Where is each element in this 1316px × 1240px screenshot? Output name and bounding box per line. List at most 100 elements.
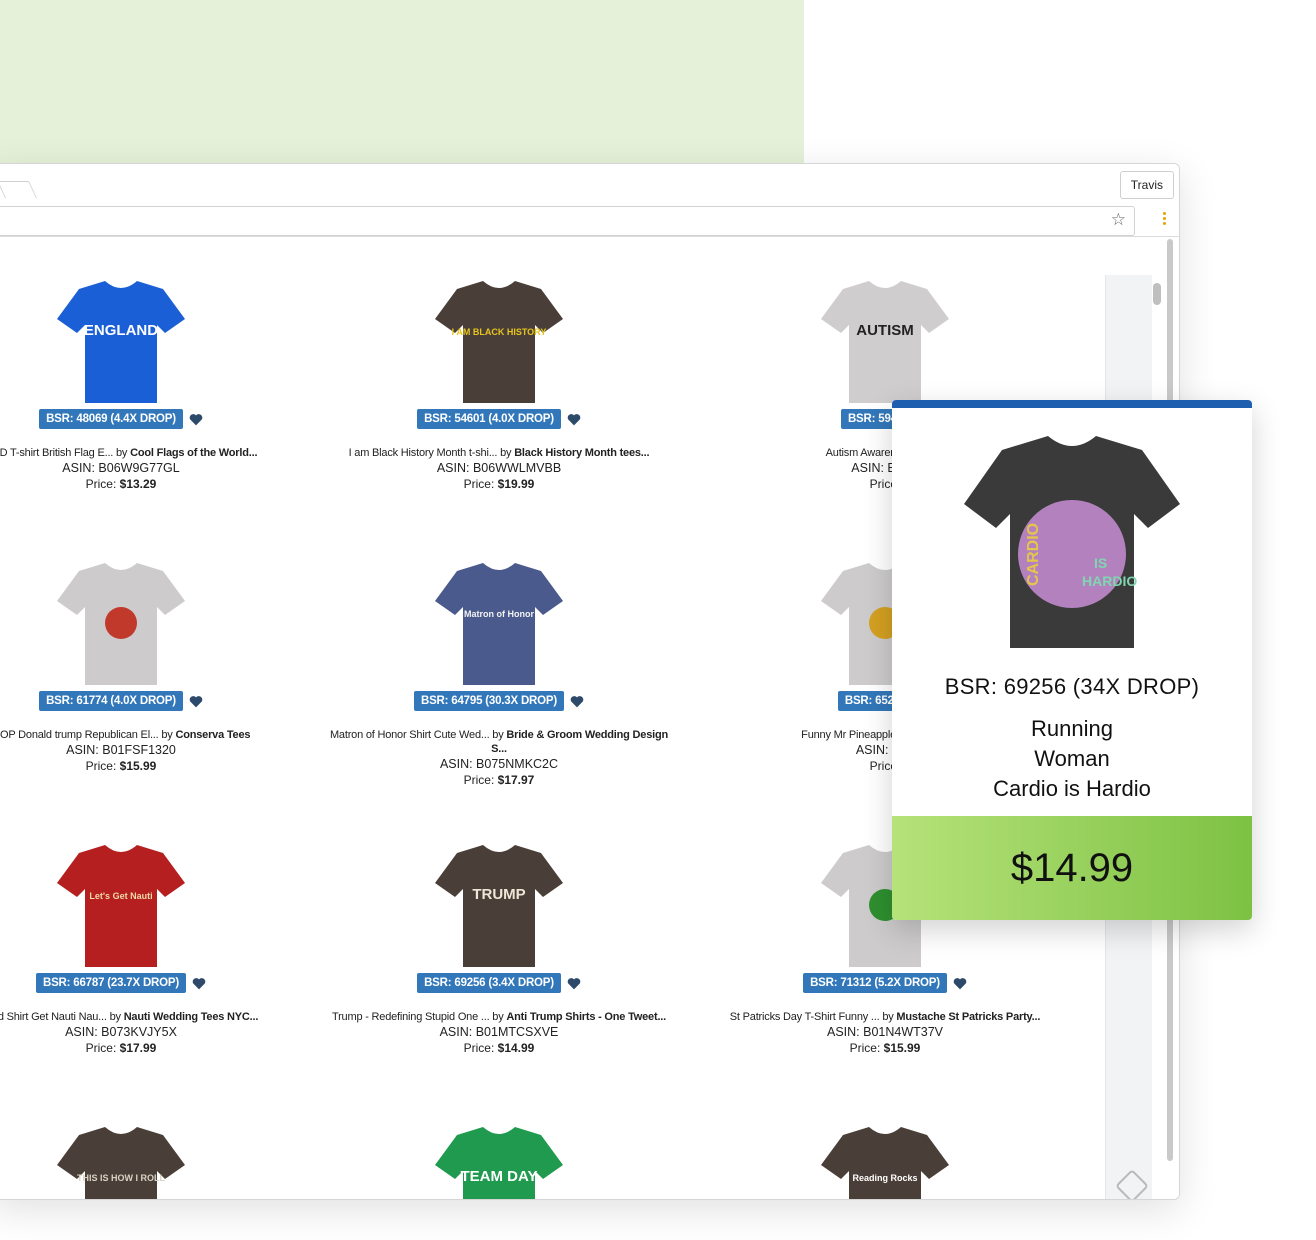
tab-bar: Travis xyxy=(0,164,1179,206)
bsr-badge[interactable]: BSR: 66787 (23.7X DROP) xyxy=(35,973,186,993)
heart-icon[interactable] xyxy=(189,695,203,708)
product-price: Price: $13.29 xyxy=(85,477,157,491)
product-title[interactable]: AND T-shirt British Flag E... by Cool Fl… xyxy=(0,447,311,459)
product-asin: ASIN: B01FSF1320 xyxy=(66,743,176,757)
product-brand: Nauti Wedding Tees NYC... xyxy=(123,1011,259,1023)
shirt-print-text: TRUMP xyxy=(472,886,525,903)
heart-icon[interactable] xyxy=(953,977,967,990)
product-shirt-image[interactable]: AUTISM xyxy=(821,281,949,405)
shirt-print-text: I AM BLACK HISTORY xyxy=(452,327,547,337)
shirt-print-text: TEAM DAY xyxy=(461,1168,538,1185)
popup-shirt-print-2: IS xyxy=(1094,555,1107,571)
product-brand: Mustache St Patricks Party... xyxy=(896,1011,1041,1023)
product-title[interactable]: GOP Donald trump Republican El... by Con… xyxy=(0,729,311,741)
product-card[interactable]: THIS IS HOW I ROLL xyxy=(0,1127,311,1200)
popup-shirt-print-1: CARDIO xyxy=(1025,523,1042,586)
product-price: Price: $17.97 xyxy=(463,773,535,787)
product-card[interactable]: ENGLAND BSR: 48069 (4.4X DROP) AND T-shirt… xyxy=(0,281,311,491)
product-card[interactable]: BSR: 61774 (4.0X DROP) GOP Donald trump R… xyxy=(0,563,311,773)
bsr-badge[interactable]: BSR: 54601 (4.0X DROP) xyxy=(417,409,561,429)
shirt-print-graphic xyxy=(105,607,137,639)
new-tab-button[interactable] xyxy=(0,181,37,198)
popup-bsr: BSR: 69256 (34X DROP) xyxy=(944,674,1200,699)
product-asin: ASIN: B06WWLMVBB xyxy=(436,461,562,475)
bsr-badge[interactable]: BSR: 71312 (5.2X DROP) xyxy=(803,973,947,993)
product-shirt-image[interactable]: Reading Rocks xyxy=(821,1127,949,1200)
product-brand: Anti Trump Shirts - One Tweet... xyxy=(506,1011,667,1023)
profile-button[interactable]: Travis xyxy=(1119,171,1174,199)
heart-icon[interactable] xyxy=(567,413,581,426)
product-card[interactable]: TRUMP BSR: 69256 (3.4X DROP) Trump - Redef… xyxy=(309,845,689,1055)
product-price: Price: $15.99 xyxy=(85,759,157,773)
bsr-row: BSR: 48069 (4.4X DROP) xyxy=(0,407,311,431)
product-asin: ASIN: B075NMKC2C xyxy=(439,757,559,771)
address-bar-row: ☆ xyxy=(0,206,1179,237)
product-price: Price: $14.99 xyxy=(463,1041,535,1055)
bsr-row: BSR: 54601 (4.0X DROP) xyxy=(309,407,689,431)
popup-title-line: Cardio is Hardio xyxy=(993,776,1151,801)
product-price: Price: $17.99 xyxy=(85,1041,157,1055)
popup-shirt-image: CARDIO IS HARDIO xyxy=(964,436,1180,648)
heart-icon[interactable] xyxy=(570,695,584,708)
address-bar[interactable]: ☆ xyxy=(0,206,1135,236)
product-popup: CARDIO IS HARDIO BSR: 69256 (34X DROP) Run… xyxy=(892,400,1252,920)
product-shirt-image[interactable]: Let's Get Nauti xyxy=(57,845,185,969)
shirt-print-text: Let's Get Nauti xyxy=(89,891,152,901)
product-title[interactable]: Trump - Redefining Stupid One ... by Ant… xyxy=(309,1011,689,1023)
product-brand-continued: S... xyxy=(491,743,507,755)
product-card[interactable]: Let's Get Nauti BSR: 66787 (23.7X DROP) na… xyxy=(0,845,311,1055)
product-price: Price: $19.99 xyxy=(463,477,535,491)
product-shirt-image[interactable]: TRUMP xyxy=(435,845,563,969)
product-shirt-image[interactable]: ENGLAND xyxy=(57,281,185,405)
product-brand: Conserva Tees xyxy=(175,729,251,741)
product-brand: Black History Month tees... xyxy=(514,447,650,459)
bsr-badge[interactable]: BSR: 61774 (4.0X DROP) xyxy=(39,691,183,711)
heart-icon[interactable] xyxy=(192,977,206,990)
product-asin: ASIN: B073KVJY5X xyxy=(65,1025,177,1039)
bsr-row: BSR: 71312 (5.2X DROP) xyxy=(695,971,1075,995)
shirt-print-text: Matron of Honor xyxy=(464,609,534,619)
product-asin: ASIN: B01N4WT37V xyxy=(826,1025,943,1039)
shirt-print-text: Reading Rocks xyxy=(852,1173,917,1183)
bsr-badge[interactable]: BSR: 64795 (30.3X DROP) xyxy=(413,691,564,711)
product-brand: Bride & Groom Wedding Design xyxy=(506,729,669,741)
sidebar-scroll-thumb[interactable] xyxy=(1153,283,1161,305)
star-icon[interactable]: ☆ xyxy=(1111,210,1126,230)
product-card[interactable]: Reading Rocks xyxy=(695,1127,1075,1200)
product-title[interactable]: Matron of Honor Shirt Cute Wed... by Bri… xyxy=(309,729,689,741)
product-title[interactable]: St Patricks Day T-Shirt Funny ... by Mus… xyxy=(695,1011,1075,1023)
product-title[interactable]: I am Black History Month t-shi... by Bla… xyxy=(309,447,689,459)
product-card[interactable]: Matron of Honor BSR: 64795 (30.3X DROP) Ma… xyxy=(309,563,689,787)
popup-title-line: Woman xyxy=(1034,746,1110,771)
product-shirt-image[interactable]: THIS IS HOW I ROLL xyxy=(57,1127,185,1200)
heart-icon[interactable] xyxy=(567,977,581,990)
product-shirt-image[interactable] xyxy=(57,563,185,687)
bsr-badge[interactable]: BSR: 48069 (4.4X DROP) xyxy=(39,409,183,429)
background-panel xyxy=(0,0,804,168)
shirt-print-text: AUTISM xyxy=(856,322,914,339)
shirt-print-text: THIS IS HOW I ROLL xyxy=(77,1173,165,1183)
product-price: Price: $15.99 xyxy=(849,1041,921,1055)
product-shirt-image[interactable]: I AM BLACK HISTORY xyxy=(435,281,563,405)
product-shirt-image[interactable]: Matron of Honor xyxy=(435,563,563,687)
heart-icon[interactable] xyxy=(189,413,203,426)
bsr-badge[interactable]: BSR: 69256 (3.4X DROP) xyxy=(417,973,561,993)
kebab-menu-icon[interactable] xyxy=(1163,212,1167,227)
popup-title-line: Running xyxy=(1031,716,1113,741)
product-title[interactable]: naid Shirt Get Nauti Nau... by Nauti Wed… xyxy=(0,1011,311,1023)
product-asin: ASIN: B01MTCSXVE xyxy=(439,1025,559,1039)
bsr-row: BSR: 61774 (4.0X DROP) xyxy=(0,689,311,713)
popup-title: Running Woman Cardio is Hardio xyxy=(892,714,1252,804)
product-card[interactable]: I AM BLACK HISTORY BSR: 54601 (4.0X DROP)… xyxy=(309,281,689,491)
popup-shirt-print-3: HARDIO xyxy=(1082,573,1137,589)
bsr-row: BSR: 66787 (23.7X DROP) xyxy=(0,971,311,995)
product-brand: Cool Flags of the World... xyxy=(130,447,258,459)
bsr-row: BSR: 69256 (3.4X DROP) xyxy=(309,971,689,995)
popup-price[interactable]: $14.99 xyxy=(892,816,1252,920)
shirt-print-text: ENGLAND xyxy=(84,322,158,339)
popup-header-bar xyxy=(892,400,1252,408)
product-asin: ASIN: B06W9G77GL xyxy=(62,461,180,475)
bsr-row: BSR: 64795 (30.3X DROP) xyxy=(309,689,689,713)
product-card[interactable]: TEAM DAY xyxy=(309,1127,689,1200)
product-shirt-image[interactable]: TEAM DAY xyxy=(435,1127,563,1200)
